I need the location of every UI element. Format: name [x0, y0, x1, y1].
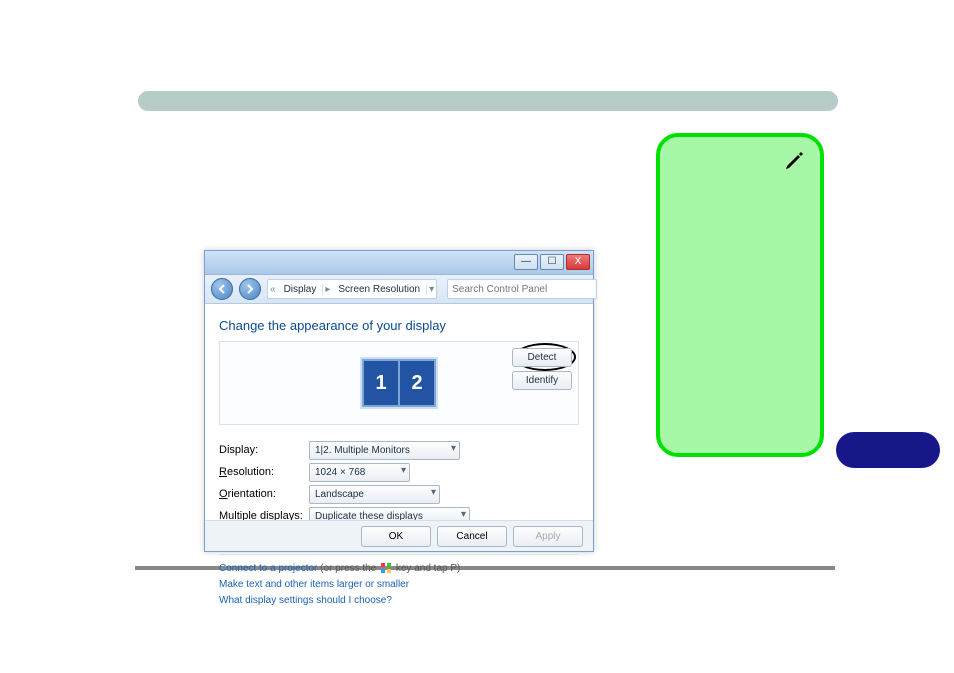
monitor-1: 1: [364, 361, 398, 405]
maximize-button[interactable]: ☐: [540, 254, 564, 270]
connect-projector-link[interactable]: Connect to a projector: [219, 563, 317, 574]
settings-form: Display: 1|2. Multiple Monitors Resoluti…: [219, 439, 579, 527]
display-select[interactable]: 1|2. Multiple Monitors: [309, 441, 460, 460]
breadcrumb-part[interactable]: Display: [278, 284, 324, 295]
projector-hint: (or press the key and tap P): [320, 563, 460, 574]
text-size-link[interactable]: Make text and other items larger or smal…: [219, 579, 409, 590]
decorative-bar: [138, 91, 838, 111]
forward-button[interactable]: [239, 278, 261, 300]
chevron-right-icon: ▸: [323, 284, 332, 295]
identify-button[interactable]: Identify: [512, 371, 572, 390]
chevron-down-icon[interactable]: ▾: [427, 284, 436, 295]
windows-key-icon: [381, 563, 391, 573]
detect-button[interactable]: Detect: [512, 348, 572, 367]
annotation-box: [656, 133, 824, 457]
pencil-icon: [784, 149, 804, 172]
monitor-2: 2: [400, 361, 434, 405]
resolution-label: Resolution:: [219, 466, 309, 478]
resolution-select[interactable]: 1024 × 768: [309, 463, 410, 482]
orientation-select[interactable]: Landscape: [309, 485, 440, 504]
ok-button[interactable]: OK: [361, 526, 431, 547]
minimize-button[interactable]: —: [514, 254, 538, 270]
page-heading: Change the appearance of your display: [219, 318, 579, 333]
nav-row: « Display ▸ Screen Resolution ▾: [205, 275, 593, 304]
apply-button[interactable]: Apply: [513, 526, 583, 547]
search-container: [447, 279, 587, 299]
dialog-footer: OK Cancel Apply: [205, 520, 593, 551]
cancel-button[interactable]: Cancel: [437, 526, 507, 547]
display-label: Display:: [219, 444, 309, 456]
monitor-preview[interactable]: 1 2: [362, 359, 436, 407]
breadcrumb-part[interactable]: Screen Resolution: [332, 284, 427, 295]
display-settings-help-link[interactable]: What display settings should I choose?: [219, 595, 392, 606]
breadcrumb-icon: «: [268, 284, 278, 295]
close-button[interactable]: X: [566, 254, 590, 270]
search-input[interactable]: [447, 279, 597, 299]
decorative-pill: [836, 432, 940, 468]
screen-resolution-window: — ☐ X « Display ▸ Screen Resolution ▾: [204, 250, 594, 552]
orientation-label: Orientation:: [219, 488, 309, 500]
monitor-divider: [398, 361, 400, 405]
window-titlebar[interactable]: — ☐ X: [205, 251, 593, 275]
breadcrumb[interactable]: « Display ▸ Screen Resolution ▾: [267, 279, 437, 299]
display-preview-panel: Detect Identify 1 2: [219, 341, 579, 425]
back-button[interactable]: [211, 278, 233, 300]
helper-links: Connect to a projector (or press the key…: [219, 561, 579, 609]
